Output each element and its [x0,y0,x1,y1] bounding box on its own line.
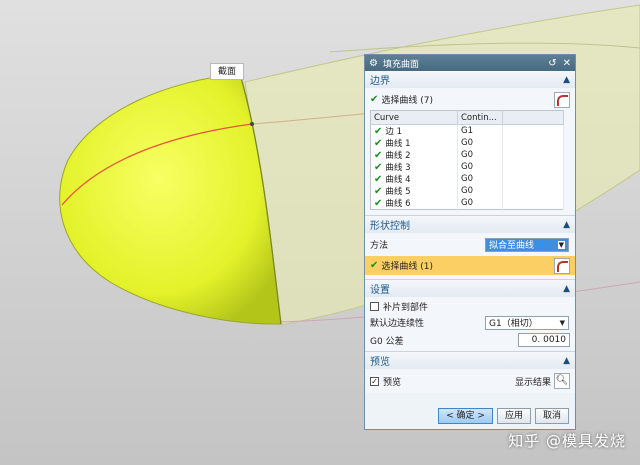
boundary-section: 边界 ▲ ✔ 选择曲线 (7) Curve Contin... ✔边 1G1 [365,71,575,216]
g0-tolerance-input[interactable]: 0. 0010 [518,333,570,347]
table-row[interactable]: ✔ 边 1 G1 [370,124,564,137]
dialog-titlebar[interactable]: ⚙ 填充曲面 ↺ ✕ [365,55,575,71]
chevron-down-icon: ▼ [559,318,565,327]
settings-header[interactable]: 设置 ▲ [365,280,575,297]
table-row[interactable]: ✔ 曲线 2 G0 [370,149,564,161]
cancel-button[interactable]: 取消 [534,408,569,424]
dialog-footer: < 确定 > 应用 取消 [365,403,575,429]
check-icon: ✔ [374,126,383,137]
curve-icon [557,94,568,106]
chevron-down-icon: ▼ [557,240,565,249]
patch-to-part-label: 补片到部件 [383,303,429,313]
table-row[interactable]: ✔ 曲线 5 G0 [370,185,564,197]
close-icon[interactable]: ✕ [563,58,571,69]
preview-section: 预览 ▲ ✓ 预览 显示结果 🔍︎ [365,352,575,393]
preview-header[interactable]: 预览 ▲ [365,352,575,369]
shape-control-header[interactable]: 形状控制 ▲ [365,216,575,233]
select-curve-button[interactable] [554,91,570,108]
preview-label: 预览 [383,377,402,388]
check-icon: ✔ [374,150,383,161]
shape-control-section: 形状控制 ▲ 方法 拟合至曲线 ▼ ✔ 选择曲线 (1) [365,216,575,280]
reset-icon[interactable]: ↺ [548,58,556,69]
section-view-label[interactable]: 截面 [210,63,244,80]
apply-button[interactable]: 应用 [496,408,531,424]
check-icon: ✔ [374,174,383,185]
method-label: 方法 [370,241,389,251]
collapse-icon[interactable]: ▲ [563,75,570,85]
check-icon: ✔ [374,186,383,197]
patch-to-part-checkbox[interactable] [370,302,379,311]
watermark: 知乎 @模具发烧 [508,432,626,450]
default-continuity-dropdown[interactable]: G1（相切） ▼ [485,315,569,330]
column-header-continuity[interactable]: Contin... [457,110,503,125]
ok-button[interactable]: < 确定 > [438,408,493,424]
table-row[interactable]: ✔ 曲线 3 G0 [370,161,564,173]
table-row[interactable]: ✔ 曲线 4 G0 [370,173,564,185]
boundary-select-row[interactable]: ✔ 选择曲线 (7) [370,90,570,109]
select-curve-button[interactable] [554,257,570,274]
show-result-label: 显示结果 [514,377,551,388]
table-row[interactable]: ✔ 曲线 1 G0 [370,137,564,149]
collapse-icon[interactable]: ▲ [563,284,570,294]
boundary-header[interactable]: 边界 ▲ [365,71,575,88]
check-icon: ✔ [370,260,379,271]
collapse-icon[interactable]: ▲ [563,220,570,230]
settings-section: 设置 ▲ 补片到部件 默认边连续性 G1（相切） ▼ G0 公差 0. 0010 [365,280,575,352]
g0-tolerance-label: G0 公差 [370,336,404,347]
collapse-icon[interactable]: ▲ [563,356,570,366]
curve-list-table: Curve Contin... ✔ 边 1 G1 ✔ 曲线 1 G0 ✔ 曲线 2 G0 ✔… [370,110,564,210]
magnifier-icon: 🔍︎ [555,375,569,386]
method-dropdown[interactable]: 拟合至曲线 ▼ [485,237,569,252]
check-icon: ✔ [370,94,379,105]
table-row[interactable]: ✔ 曲线 6 G0 [370,197,564,210]
check-icon: ✔ [374,162,383,173]
default-continuity-label: 默认边连续性 [370,319,425,329]
fill-surface-dialog: ⚙ 填充曲面 ↺ ✕ 边界 ▲ ✔ 选择曲线 (7) Curve Contin.… [364,54,576,430]
dialog-title: 填充曲面 [382,59,419,70]
preview-checkbox[interactable]: ✓ [370,376,379,386]
check-icon: ✔ [374,198,383,209]
shape-select-curve-row[interactable]: ✔ 选择曲线 (1) [365,256,575,275]
show-result-button[interactable]: 🔍︎ [554,373,570,389]
column-header-curve[interactable]: Curve [370,110,458,125]
check-icon: ✔ [374,138,383,149]
curve-icon [557,260,568,272]
gear-icon: ⚙ [369,57,378,69]
